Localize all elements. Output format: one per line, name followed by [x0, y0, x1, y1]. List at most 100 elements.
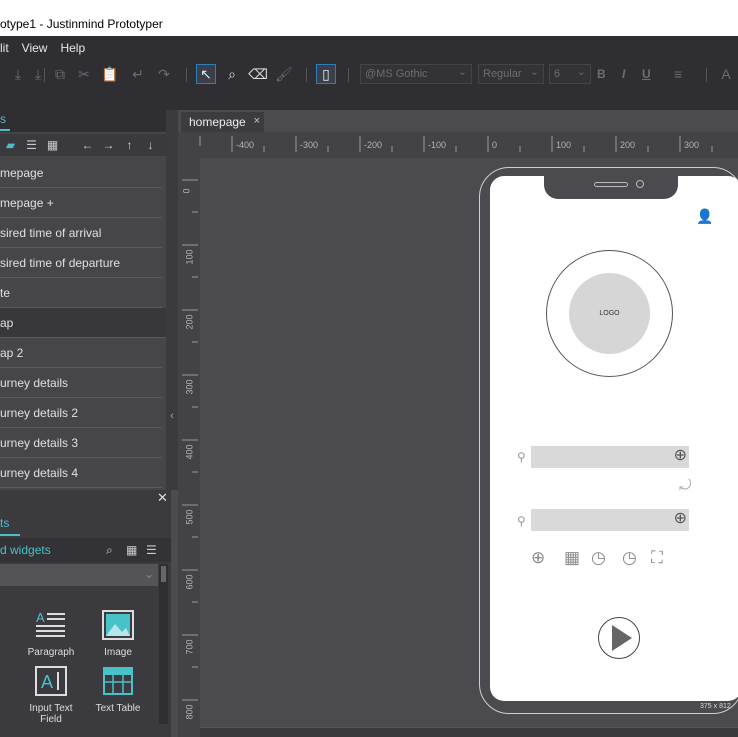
ruler-label: 500	[184, 509, 195, 525]
ruler-label: 800	[184, 704, 195, 720]
list-view-icon[interactable]: ☰	[146, 543, 157, 557]
font-family-select[interactable]: @MS Gothic	[360, 64, 472, 84]
pages-tab[interactable]: s	[0, 110, 166, 132]
tab-label: homepage	[189, 115, 246, 129]
toolbar-separator	[44, 68, 45, 82]
tab-homepage[interactable]: homepage ×	[181, 112, 264, 132]
font-color-icon[interactable]: A	[716, 64, 736, 84]
play-button[interactable]	[598, 617, 640, 659]
widgets-scrollbar[interactable]	[159, 564, 168, 724]
ruler-label: 100	[556, 140, 572, 150]
input-text-field-icon: A	[35, 666, 67, 696]
paste-icon[interactable]: 📋	[100, 64, 120, 84]
ruler-label: 0	[181, 188, 192, 194]
swap-icon[interactable]: ⤾	[679, 477, 692, 494]
page-item-departure[interactable]: sired time of departure	[0, 248, 162, 278]
page-item-journey-details-3[interactable]: urney details 3	[0, 428, 162, 458]
zoom-icon[interactable]: ⌕	[222, 64, 242, 84]
page-item-map-2[interactable]: ap 2	[0, 338, 162, 368]
canvas-horizontal-scrollbar[interactable]	[200, 727, 738, 737]
widget-text-table[interactable]: Text Table	[88, 666, 148, 714]
page-item-homepage-plus[interactable]: mepage +	[0, 188, 162, 218]
calendar-icon[interactable]: ▦	[564, 548, 580, 568]
select-tool-icon[interactable]: ↖	[196, 64, 216, 84]
font-size-select[interactable]: 6	[549, 64, 591, 84]
widgets-tab[interactable]: ts	[0, 516, 9, 530]
user-icon[interactable]: 👤	[696, 208, 713, 225]
page-item-map[interactable]: ap	[0, 308, 166, 338]
arrow-right-icon[interactable]: →	[98, 138, 119, 152]
ruler-label: 300	[684, 140, 700, 150]
widget-label: Paragraph	[27, 647, 75, 658]
vertical-ruler: 0 100 200 300 400 500 600 700 800	[178, 158, 200, 737]
widget-paragraph[interactable]: A Paragraph	[21, 610, 81, 658]
origin-input[interactable]: ⊕	[531, 446, 689, 468]
undo-icon[interactable]: ↵	[128, 64, 148, 84]
menu-edit[interactable]: lit	[0, 41, 9, 55]
crosshair-icon[interactable]: ⊕	[674, 447, 687, 465]
ruler-ticks	[199, 136, 713, 152]
list-view-icon[interactable]: ☰	[21, 138, 42, 152]
device-dimensions: 375 x 812	[700, 703, 731, 710]
page-item-arrival[interactable]: sired time of arrival	[0, 218, 162, 248]
download-icon[interactable]: ⤓	[8, 64, 28, 84]
underline-button[interactable]: U	[642, 67, 651, 81]
copy-icon[interactable]: ⧉	[50, 64, 70, 84]
grid-view-icon[interactable]: ▦	[126, 543, 137, 557]
ruler-label: -400	[236, 140, 255, 150]
widgets-panel: ✕ ts d widgets ⌕ ▦ ☰ ⌄ A Paragraph Image…	[0, 490, 171, 737]
svg-text:A: A	[41, 672, 53, 692]
menu-bar: lit View Help	[0, 36, 738, 60]
font-style-select[interactable]: Regular	[478, 64, 544, 84]
page-item-journey-details-2[interactable]: urney details 2	[0, 398, 162, 428]
widget-category-select[interactable]: ⌄	[0, 564, 158, 586]
add-icon[interactable]: ⊕	[531, 548, 545, 568]
arrow-left-icon[interactable]: ←	[77, 138, 98, 152]
bold-button[interactable]: B	[597, 67, 606, 81]
page-item-journey-details-4[interactable]: urney details 4	[0, 458, 162, 488]
cut-icon[interactable]: ✂	[74, 64, 94, 84]
widget-input-text-field[interactable]: A Input Text Field	[21, 666, 81, 725]
format-painter-icon[interactable]: 🖌	[274, 64, 294, 84]
arrow-down-icon[interactable]: ↓	[140, 138, 161, 152]
clock-icon[interactable]: ◷	[622, 548, 637, 568]
ruler-label: 700	[184, 639, 195, 655]
export-icon[interactable]: ⤓	[28, 64, 48, 84]
toolbar-separator	[706, 68, 707, 82]
ruler-label: 200	[620, 140, 636, 150]
widget-library-label[interactable]: d widgets	[0, 543, 51, 557]
redo-icon[interactable]: ↷	[154, 64, 174, 84]
destination-input[interactable]: ⊕	[531, 509, 689, 531]
page-item-route[interactable]: te	[0, 278, 162, 308]
scrollbar-thumb[interactable]	[161, 566, 166, 582]
pages-tab-label: s	[0, 112, 6, 126]
arrow-up-icon[interactable]: ↑	[119, 138, 140, 152]
map-icon[interactable]: ⛶	[651, 548, 663, 568]
device-preview-icon[interactable]: ▯	[316, 64, 336, 84]
italic-button[interactable]: I	[622, 67, 625, 81]
align-icon[interactable]: ≡	[668, 64, 688, 84]
menu-help[interactable]: Help	[60, 41, 85, 55]
widget-label: Input Text Field	[29, 703, 73, 725]
crosshair-icon[interactable]: ⊕	[674, 510, 687, 528]
menu-view[interactable]: View	[22, 41, 48, 55]
ruler-label: 600	[184, 574, 195, 590]
close-icon[interactable]: ×	[254, 115, 260, 127]
text-table-icon	[103, 667, 133, 695]
collapse-panel-icon[interactable]: ‹	[167, 410, 177, 432]
grid-view-icon[interactable]: ▦	[42, 138, 63, 152]
page-item-journey-details[interactable]: urney details	[0, 368, 162, 398]
pages-scrollbar[interactable]	[166, 110, 178, 490]
toolbar-separator	[186, 68, 187, 82]
widget-image[interactable]: Image	[88, 610, 148, 658]
pages-toolbar: ▰ ☰ ▦ ← → ↑ ↓	[0, 134, 166, 156]
horizontal-ruler: -400 -300 -200 -100 0 100 200 300	[178, 132, 738, 158]
pages-panel: s ▰ ☰ ▦ ← → ↑ ↓ mepage mepage + sired ti…	[0, 110, 166, 490]
eraser-icon[interactable]: ⌫	[248, 64, 268, 84]
clock-icon[interactable]: ◷	[591, 548, 606, 568]
close-icon[interactable]: ✕	[157, 490, 168, 506]
page-item-homepage[interactable]: mepage	[0, 158, 162, 188]
add-folder-icon[interactable]: ▰	[0, 138, 21, 152]
search-icon[interactable]: ⌕	[106, 543, 113, 558]
paragraph-icon: A	[36, 610, 65, 637]
